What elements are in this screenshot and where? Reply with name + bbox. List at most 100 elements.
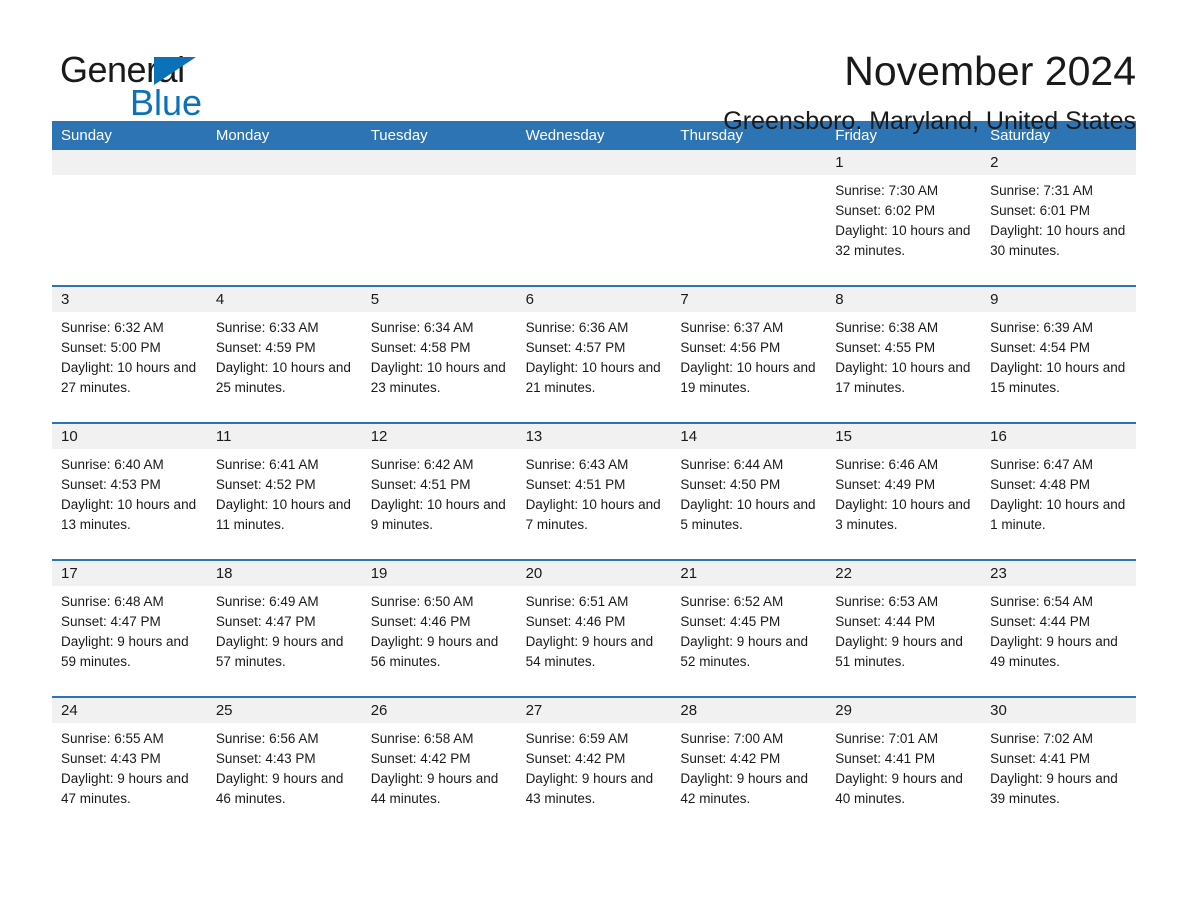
calendar-cell-day[interactable]: 5 Sunrise: 6:34 AM Sunset: 4:58 PM Daylight… [361, 287, 517, 422]
day-number: 20 [516, 561, 672, 586]
generalblue-logo: General Blue [52, 46, 242, 121]
day-details: Sunrise: 6:47 AM Sunset: 4:48 PM Daylight:… [981, 449, 1136, 535]
sunrise-text: Sunrise: 7:01 AM [835, 731, 939, 746]
calendar-cell-day[interactable]: 29 Sunrise: 7:01 AM Sunset: 4:41 PM Dayligh… [826, 698, 982, 833]
calendar-cell-day[interactable]: 23 Sunrise: 6:54 AM Sunset: 4:44 PM Dayligh… [981, 561, 1136, 696]
sunset-text: Sunset: 4:59 PM [215, 340, 316, 355]
sunset-text: Sunset: 4:58 PM [370, 340, 471, 355]
calendar-cell-empty [206, 150, 362, 285]
calendar-cell-day[interactable]: 18 Sunrise: 6:49 AM Sunset: 4:47 PM Dayligh… [206, 561, 362, 696]
day-number: 19 [361, 561, 517, 586]
day-number [361, 150, 517, 175]
calendar-cell-day[interactable]: 6 Sunrise: 6:36 AM Sunset: 4:57 PM Daylight… [516, 287, 672, 422]
calendar-cell-day[interactable]: 19 Sunrise: 6:50 AM Sunset: 4:46 PM Dayligh… [361, 561, 517, 696]
calendar-cell-day[interactable]: 16 Sunrise: 6:47 AM Sunset: 4:48 PM Dayligh… [981, 424, 1136, 559]
day-details: Sunrise: 6:32 AM Sunset: 5:00 PM Daylight:… [52, 312, 207, 398]
calendar-cell-day[interactable]: 2 Sunrise: 7:31 AM Sunset: 6:01 PM Daylight… [981, 150, 1136, 285]
calendar-cell-day[interactable]: 10 Sunrise: 6:40 AM Sunset: 4:53 PM Dayligh… [52, 424, 207, 559]
calendar-cell-day[interactable]: 20 Sunrise: 6:51 AM Sunset: 4:46 PM Dayligh… [516, 561, 672, 696]
calendar-cell-day[interactable]: 12 Sunrise: 6:42 AM Sunset: 4:51 PM Dayligh… [361, 424, 517, 559]
day-number: 1 [826, 150, 982, 175]
sunrise-text: Sunrise: 6:37 AM [680, 320, 784, 335]
calendar-cell-day[interactable]: 30 Sunrise: 7:02 AM Sunset: 4:41 PM Dayligh… [981, 698, 1136, 833]
daylight-text: Daylight: 10 hours and 13 minutes. [61, 497, 197, 532]
sunset-text: Sunset: 4:51 PM [370, 477, 471, 492]
calendar-cell-day[interactable]: 24 Sunrise: 6:55 AM Sunset: 4:43 PM Dayligh… [52, 698, 207, 833]
day-number: 11 [206, 424, 362, 449]
day-number: 13 [516, 424, 672, 449]
calendar-cell-day[interactable]: 3 Sunrise: 6:32 AM Sunset: 5:00 PM Daylight… [52, 287, 207, 422]
sunrise-text: Sunrise: 6:53 AM [835, 594, 939, 609]
day-details: Sunrise: 6:59 AM Sunset: 4:42 PM Daylight:… [517, 723, 672, 809]
day-details: Sunrise: 6:39 AM Sunset: 4:54 PM Daylight:… [981, 312, 1136, 398]
calendar-cell-day[interactable]: 26 Sunrise: 6:58 AM Sunset: 4:42 PM Dayligh… [361, 698, 517, 833]
day-details: Sunrise: 6:42 AM Sunset: 4:51 PM Daylight:… [362, 449, 517, 535]
day-details: Sunrise: 6:54 AM Sunset: 4:44 PM Daylight:… [981, 586, 1136, 672]
calendar-cell-day[interactable]: 14 Sunrise: 6:44 AM Sunset: 4:50 PM Dayligh… [671, 424, 827, 559]
sunrise-text: Sunrise: 6:32 AM [61, 320, 164, 335]
sunrise-text: Sunrise: 6:54 AM [990, 594, 1093, 609]
day-number: 10 [52, 424, 207, 449]
calendar-cell-day[interactable]: 8 Sunrise: 6:38 AM Sunset: 4:55 PM Daylight… [826, 287, 982, 422]
day-number: 25 [206, 698, 362, 723]
daylight-text: Daylight: 9 hours and 40 minutes. [835, 771, 963, 806]
day-details: Sunrise: 6:51 AM Sunset: 4:46 PM Daylight:… [517, 586, 672, 672]
daylight-text: Daylight: 10 hours and 21 minutes. [525, 360, 661, 395]
day-number: 6 [516, 287, 672, 312]
day-details: Sunrise: 6:38 AM Sunset: 4:55 PM Daylight:… [826, 312, 981, 398]
day-details: Sunrise: 7:30 AM Sunset: 6:02 PM Daylight:… [826, 175, 981, 261]
weekday-header-friday: Friday [835, 127, 877, 144]
page-header: General Blue November 2024 Greensboro, M… [0, 0, 1188, 135]
sunrise-text: Sunrise: 6:49 AM [215, 594, 319, 609]
calendar-cell-day[interactable]: 25 Sunrise: 6:56 AM Sunset: 4:43 PM Dayligh… [206, 698, 362, 833]
sunset-text: Sunset: 4:53 PM [61, 477, 161, 492]
sunset-text: Sunset: 4:46 PM [525, 614, 626, 629]
daylight-text: Daylight: 10 hours and 32 minutes. [835, 223, 971, 258]
day-details: Sunrise: 6:46 AM Sunset: 4:49 PM Daylight:… [826, 449, 981, 535]
calendar-cell-day[interactable]: 15 Sunrise: 6:46 AM Sunset: 4:49 PM Dayligh… [826, 424, 982, 559]
calendar-cell-day[interactable]: 1 Sunrise: 7:30 AM Sunset: 6:02 PM Daylight… [826, 150, 982, 285]
sunset-text: Sunset: 4:47 PM [215, 614, 316, 629]
daylight-text: Daylight: 9 hours and 49 minutes. [990, 634, 1118, 669]
calendar-body: 1 Sunrise: 7:30 AM Sunset: 6:02 PM Daylight… [52, 150, 1136, 833]
calendar-cell-day[interactable]: 22 Sunrise: 6:53 AM Sunset: 4:44 PM Dayligh… [826, 561, 982, 696]
sunset-text: Sunset: 4:42 PM [370, 751, 471, 766]
calendar-cell-day[interactable]: 7 Sunrise: 6:37 AM Sunset: 4:56 PM Daylight… [671, 287, 827, 422]
sunset-text: Sunset: 4:42 PM [525, 751, 626, 766]
day-details: Sunrise: 6:55 AM Sunset: 4:43 PM Daylight:… [52, 723, 207, 809]
sunset-text: Sunset: 4:42 PM [680, 751, 781, 766]
day-number: 5 [361, 287, 517, 312]
sunset-text: Sunset: 4:43 PM [61, 751, 161, 766]
day-details: Sunrise: 6:53 AM Sunset: 4:44 PM Daylight:… [826, 586, 981, 672]
sunset-text: Sunset: 4:41 PM [990, 751, 1090, 766]
day-number: 18 [206, 561, 362, 586]
weekday-header-saturday: Saturday [990, 127, 1051, 144]
daylight-text: Daylight: 10 hours and 23 minutes. [370, 360, 506, 395]
sunrise-text: Sunrise: 6:46 AM [835, 457, 939, 472]
sunrise-text: Sunrise: 6:58 AM [370, 731, 474, 746]
calendar-cell-day[interactable]: 11 Sunrise: 6:41 AM Sunset: 4:52 PM Dayligh… [206, 424, 362, 559]
calendar-cell-day[interactable]: 27 Sunrise: 6:59 AM Sunset: 4:42 PM Dayligh… [516, 698, 672, 833]
sunrise-text: Sunrise: 6:44 AM [680, 457, 784, 472]
calendar-cell-empty [671, 150, 827, 285]
calendar-cell-day[interactable]: 13 Sunrise: 6:43 AM Sunset: 4:51 PM Dayligh… [516, 424, 672, 559]
calendar-cell-day[interactable]: 21 Sunrise: 6:52 AM Sunset: 4:45 PM Dayligh… [671, 561, 827, 696]
calendar-cell-day[interactable]: 17 Sunrise: 6:48 AM Sunset: 4:47 PM Dayligh… [52, 561, 207, 696]
daylight-text: Daylight: 9 hours and 43 minutes. [525, 771, 654, 806]
day-number: 8 [826, 287, 982, 312]
day-details: Sunrise: 6:34 AM Sunset: 4:58 PM Daylight:… [362, 312, 517, 398]
day-number: 24 [52, 698, 207, 723]
calendar-cell-day[interactable]: 9 Sunrise: 6:39 AM Sunset: 4:54 PM Daylight… [981, 287, 1136, 422]
day-details: Sunrise: 7:01 AM Sunset: 4:41 PM Daylight:… [826, 723, 981, 809]
sunrise-text: Sunrise: 6:33 AM [215, 320, 319, 335]
day-number: 17 [52, 561, 207, 586]
day-number: 27 [516, 698, 672, 723]
day-number: 26 [361, 698, 517, 723]
triangle-icon [154, 57, 196, 85]
calendar-cell-day[interactable]: 28 Sunrise: 7:00 AM Sunset: 4:42 PM Dayligh… [671, 698, 827, 833]
sunrise-text: Sunrise: 6:56 AM [215, 731, 319, 746]
day-details: Sunrise: 6:41 AM Sunset: 4:52 PM Daylight:… [207, 449, 362, 535]
day-details: Sunrise: 6:43 AM Sunset: 4:51 PM Daylight:… [517, 449, 672, 535]
daylight-text: Daylight: 9 hours and 46 minutes. [215, 771, 344, 806]
calendar-cell-day[interactable]: 4 Sunrise: 6:33 AM Sunset: 4:59 PM Daylight… [206, 287, 362, 422]
